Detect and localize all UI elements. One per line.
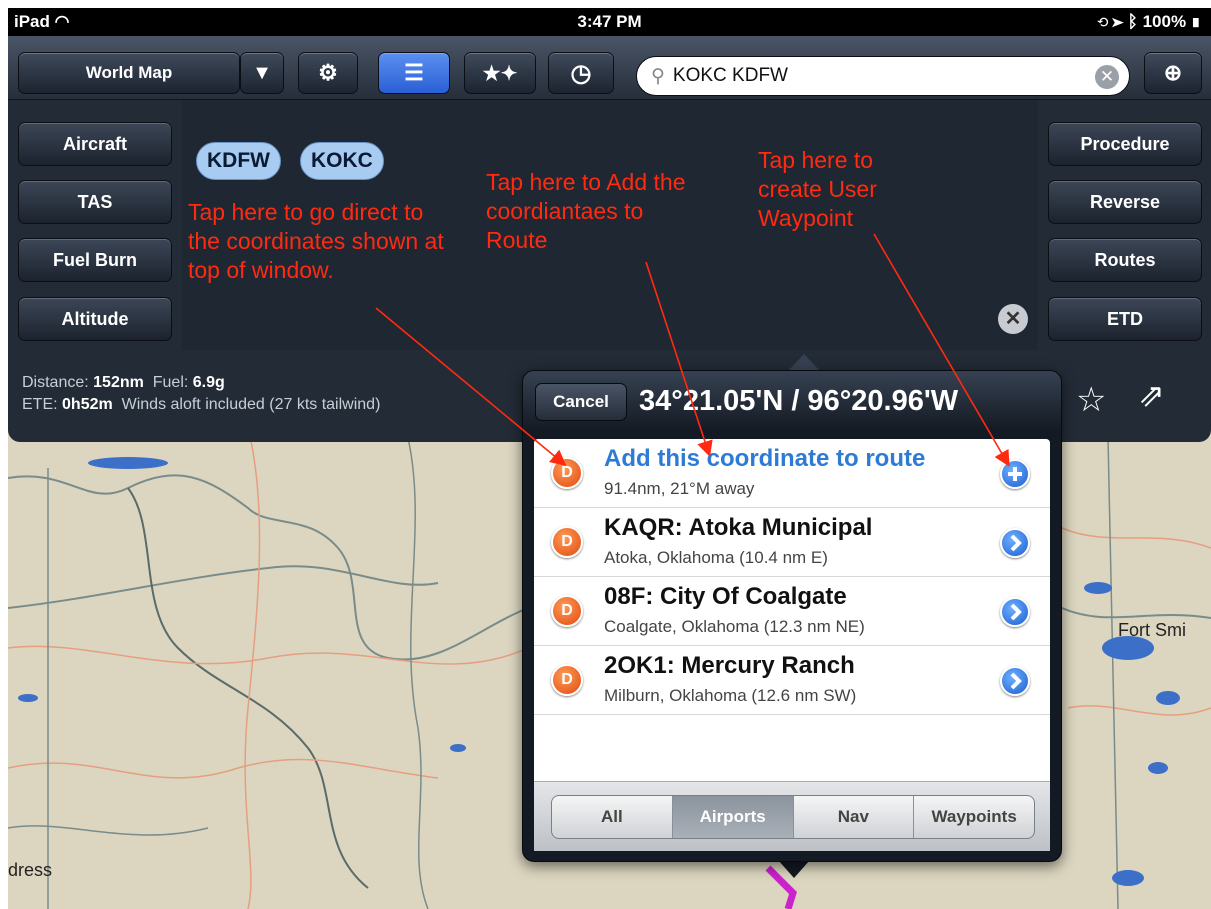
search-icon: ⚲ — [651, 65, 665, 87]
route-info-line-1: Distance: 152nm Fuel: 6.9g — [22, 372, 380, 394]
list-icon: ☰ — [404, 60, 424, 85]
list-item[interactable]: D 2OK1: Mercury Ranch Milburn, Oklahoma … — [534, 646, 1050, 715]
distance-value: 152nm — [93, 374, 144, 391]
filter-segmented-control: All Airports Nav Waypoints — [551, 795, 1035, 839]
popover-arrow-bottom — [778, 860, 810, 878]
route-info-line-2: ETE: 0h52m Winds aloft included (27 kts … — [22, 394, 380, 416]
status-time: 3:47 PM — [577, 12, 642, 31]
plus-glyph — [1008, 467, 1022, 481]
popover-arrow-top — [788, 354, 820, 371]
lock-rotation-icon: ⟲ — [1097, 12, 1108, 31]
chevron-right-icon[interactable] — [1000, 528, 1030, 558]
list-item-title: 2OK1: Mercury Ranch — [604, 652, 855, 679]
clear-route-button[interactable]: ✕ — [998, 304, 1028, 334]
add-coordinate-row[interactable]: D Add this coordinate to route 91.4nm, 2… — [534, 439, 1050, 508]
chevron-right-icon[interactable] — [1000, 597, 1030, 627]
popover-coordinate-title: 34°21.05'N / 96°20.96'W — [639, 385, 959, 417]
status-bar: iPad ◠ 3:47 PM ⟲ ➤ ᛒ 100% ▮ — [8, 8, 1211, 36]
share-icon[interactable]: ⇗ — [1138, 376, 1165, 414]
settings-button[interactable]: ⚙ — [298, 52, 358, 94]
routes-button[interactable]: Routes — [1048, 238, 1202, 282]
direct-to-icon[interactable]: D — [551, 457, 583, 489]
segment-waypoints[interactable]: Waypoints — [914, 796, 1034, 838]
status-right: ⟲ ➤ ᛒ 100% ▮ — [1098, 12, 1201, 32]
direct-to-badge: D — [561, 533, 573, 550]
clock-icon: ◷ — [570, 59, 592, 87]
direct-to-icon[interactable]: D — [551, 664, 583, 696]
direct-to-badge: D — [561, 602, 573, 619]
route-info: Distance: 152nm Fuel: 6.9g ETE: 0h52m Wi… — [22, 372, 380, 416]
procedure-button[interactable]: Procedure — [1048, 122, 1202, 166]
map-dropdown-button[interactable]: ▼ — [240, 52, 284, 94]
segment-nav[interactable]: Nav — [794, 796, 915, 838]
map-selector-label: World Map — [85, 63, 173, 82]
favorites-button[interactable]: ★✦ — [464, 52, 536, 94]
cancel-button[interactable]: Cancel — [535, 383, 627, 421]
list-item-title: 08F: City Of Coalgate — [604, 583, 847, 610]
recents-button[interactable]: ◷ — [548, 52, 614, 94]
route-list-button[interactable]: ☰ — [378, 52, 450, 94]
fuel-label: Fuel: — [152, 374, 189, 391]
location-icon: ➤ — [1112, 12, 1123, 31]
list-item-subtitle: Atoka, Oklahoma (10.4 nm E) — [604, 548, 828, 567]
toolbar: World Map ▼ ⚙ ☰ ★✦ ◷ ⚲ KOKC KDFW ✕ ⊕ — [8, 36, 1211, 100]
etd-button[interactable]: ETD — [1048, 297, 1202, 341]
map-selector-button[interactable]: World Map — [18, 52, 240, 94]
list-item[interactable]: D KAQR: Atoka Municipal Atoka, Oklahoma … — [534, 508, 1050, 577]
map-label-fort-smith: Fort Smi — [1118, 620, 1187, 640]
search-input[interactable]: KOKC KDFW — [673, 65, 788, 87]
battery-percent: 100% — [1142, 12, 1187, 31]
route-chip-kdfw[interactable]: KDFW — [196, 142, 281, 180]
winds-info: Winds aloft included (27 kts tailwind) — [121, 396, 381, 413]
annotation-route: Tap here to Add the coordiantaes to Rout… — [486, 169, 686, 253]
tas-button[interactable]: TAS — [18, 180, 172, 224]
clear-icon[interactable]: ✕ — [1095, 65, 1119, 89]
favorites-icon: ★✦ — [482, 62, 518, 85]
segment-airports[interactable]: Airports — [672, 796, 794, 838]
search-field[interactable]: ⚲ KOKC KDFW ✕ — [636, 56, 1130, 96]
direct-to-icon[interactable]: D — [551, 595, 583, 627]
direct-to-badge: D — [561, 464, 573, 481]
fuel-value: 6.9g — [192, 374, 225, 391]
list-item-subtitle: 91.4nm, 21°M away — [604, 479, 755, 498]
ete-value: 0h52m — [62, 396, 113, 413]
list-item[interactable]: D 08F: City Of Coalgate Coalgate, Oklaho… — [534, 577, 1050, 646]
map-label-ardmore: dress — [8, 860, 53, 880]
locate-button[interactable]: ⊕ — [1144, 52, 1202, 94]
star-icon[interactable]: ☆ — [1076, 380, 1106, 420]
ipad-screen: Fort Smi dress iPad ◠ 3:47 PM ⟲ ➤ ᛒ 100%… — [8, 8, 1211, 909]
plus-icon[interactable] — [1000, 459, 1030, 489]
altitude-button[interactable]: Altitude — [18, 297, 172, 341]
annotation-direct: Tap here to go direct to the coordinates… — [188, 199, 444, 283]
list-item-title: Add this coordinate to route — [604, 445, 926, 472]
distance-label: Distance: — [22, 374, 89, 391]
list-item-title: KAQR: Atoka Municipal — [604, 514, 873, 541]
aircraft-button[interactable]: Aircraft — [18, 122, 172, 166]
bluetooth-icon: ᛒ — [1127, 12, 1138, 31]
chevron-right-icon[interactable] — [1000, 666, 1030, 696]
segment-all[interactable]: All — [552, 796, 673, 838]
annotation-waypoint: Tap here to create User Waypoint — [758, 147, 877, 231]
battery-icon: ▮ — [1190, 12, 1201, 31]
chevron-glyph — [1010, 534, 1022, 552]
chevron-glyph — [1010, 672, 1022, 690]
direct-to-badge: D — [561, 671, 573, 688]
chevron-glyph — [1010, 603, 1022, 621]
list-item-subtitle: Coalgate, Oklahoma (12.3 nm NE) — [604, 617, 865, 636]
reverse-button[interactable]: Reverse — [1048, 180, 1202, 224]
fuel-burn-button[interactable]: Fuel Burn — [18, 238, 172, 282]
dropdown-icon: ▼ — [252, 61, 272, 84]
locate-icon: ⊕ — [1163, 60, 1183, 85]
coordinate-popover: Cancel 34°21.05'N / 96°20.96'W D Add thi… — [522, 370, 1062, 862]
gear-icon: ⚙ — [318, 60, 338, 85]
list-item-subtitle: Milburn, Oklahoma (12.6 nm SW) — [604, 686, 857, 705]
route-chip-kokc[interactable]: KOKC — [300, 142, 384, 180]
ete-label: ETE: — [22, 396, 58, 413]
direct-to-icon[interactable]: D — [551, 526, 583, 558]
